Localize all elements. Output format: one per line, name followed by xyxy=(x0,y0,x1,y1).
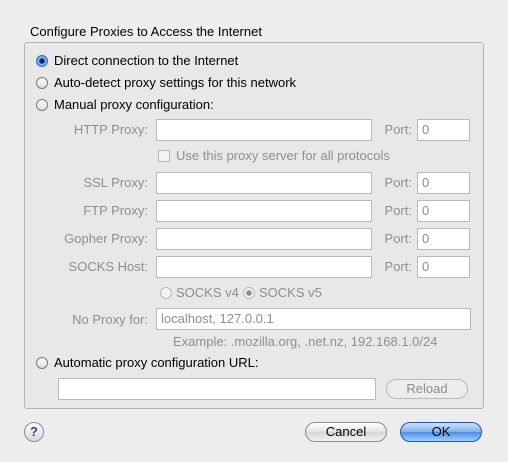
direct-connection-label[interactable]: Direct connection to the Internet xyxy=(54,53,238,68)
direct-connection-radio[interactable] xyxy=(36,55,48,67)
socks-host-label: SOCKS Host: xyxy=(68,259,148,274)
no-proxy-example: Example: .mozilla.org, .net.nz, 192.168.… xyxy=(173,334,438,349)
socks-v4-radio[interactable] xyxy=(160,287,172,299)
ftp-port-input[interactable]: 0 xyxy=(417,200,470,222)
auto-url-radio[interactable] xyxy=(36,357,48,369)
dialog-title: Configure Proxies to Access the Internet xyxy=(30,24,262,39)
gopher-proxy-label: Gopher Proxy: xyxy=(64,231,148,246)
ftp-port-label: Port: xyxy=(384,203,412,218)
ssl-proxy-label: SSL Proxy: xyxy=(83,175,148,190)
use-for-all-label: Use this proxy server for all protocols xyxy=(176,148,390,163)
manual-config-label[interactable]: Manual proxy configuration: xyxy=(54,97,214,112)
socks-v5-radio[interactable] xyxy=(243,287,255,299)
http-proxy-input[interactable] xyxy=(156,119,372,141)
ftp-proxy-input[interactable] xyxy=(156,200,372,222)
no-proxy-input[interactable]: localhost, 127.0.0.1 xyxy=(156,308,471,330)
gopher-port-label: Port: xyxy=(384,231,412,246)
cancel-button[interactable]: Cancel xyxy=(305,422,387,442)
manual-config-radio[interactable] xyxy=(36,99,48,111)
http-port-label: Port: xyxy=(384,122,412,137)
socks-port-input[interactable]: 0 xyxy=(417,256,470,278)
auto-detect-radio[interactable] xyxy=(36,77,48,89)
ssl-port-label: Port: xyxy=(384,175,412,190)
ssl-port-input[interactable]: 0 xyxy=(417,172,470,194)
http-port-input[interactable]: 0 xyxy=(417,119,470,141)
auto-url-label[interactable]: Automatic proxy configuration URL: xyxy=(54,355,258,370)
auto-url-input[interactable] xyxy=(58,378,376,400)
no-proxy-label: No Proxy for: xyxy=(72,312,148,327)
http-proxy-label: HTTP Proxy: xyxy=(73,122,148,137)
auto-detect-label[interactable]: Auto-detect proxy settings for this netw… xyxy=(54,75,296,90)
ssl-proxy-input[interactable] xyxy=(156,172,372,194)
ok-button[interactable]: OK xyxy=(400,422,482,442)
socks-v4-label: SOCKS v4 xyxy=(176,285,239,300)
socks-v5-label: SOCKS v5 xyxy=(259,285,322,300)
reload-button[interactable]: Reload xyxy=(386,379,468,399)
ftp-proxy-label: FTP Proxy: xyxy=(83,203,148,218)
help-button[interactable]: ? xyxy=(24,422,44,442)
gopher-port-input[interactable]: 0 xyxy=(417,228,470,250)
socks-port-label: Port: xyxy=(384,259,412,274)
socks-host-input[interactable] xyxy=(156,256,372,278)
gopher-proxy-input[interactable] xyxy=(156,228,372,250)
use-for-all-checkbox[interactable] xyxy=(158,150,170,162)
